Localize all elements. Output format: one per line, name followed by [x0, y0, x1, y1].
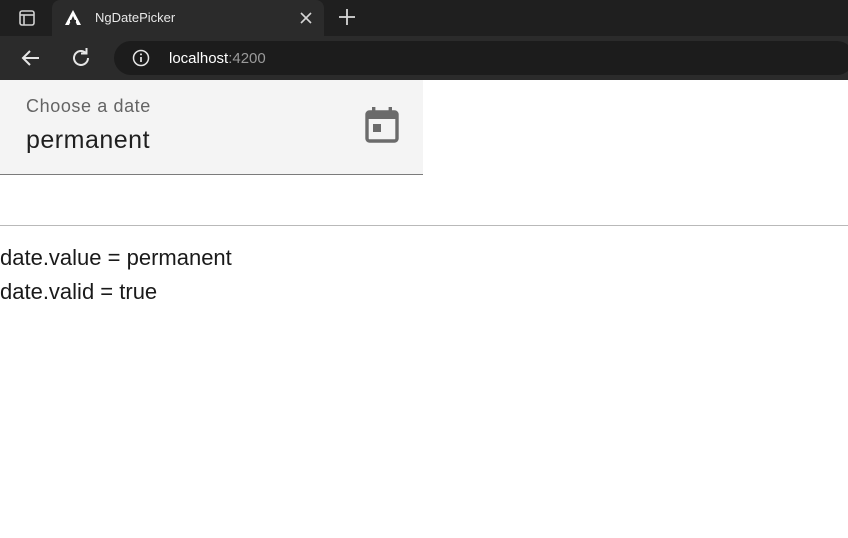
address-bar[interactable]: localhost:4200	[114, 41, 848, 75]
url-host: localhost	[169, 50, 229, 67]
info-icon[interactable]	[132, 49, 150, 67]
calendar-icon[interactable]	[359, 102, 405, 148]
arrow-left-icon[interactable]	[18, 45, 44, 71]
tab-actions-icon[interactable]	[8, 5, 46, 31]
tab-bar: NgDatePicker	[0, 0, 848, 36]
browser-toolbar: localhost:4200	[0, 36, 848, 80]
date-valid-output: date.valid = true	[0, 279, 158, 304]
divider	[0, 225, 848, 226]
url-port: :4200	[228, 50, 266, 67]
date-value-output: date.value = permanent	[0, 245, 232, 270]
tab-title: NgDatePicker	[95, 10, 176, 25]
close-icon[interactable]	[298, 10, 314, 26]
date-input[interactable]	[26, 126, 346, 155]
plus-icon[interactable]	[336, 6, 358, 28]
date-field[interactable]: Choose a date	[0, 80, 423, 175]
url-text: localhost:4200	[169, 50, 266, 67]
date-field-label: Choose a date	[26, 96, 151, 116]
angular-icon	[64, 9, 82, 27]
reload-icon[interactable]	[68, 45, 94, 71]
browser-tab[interactable]: NgDatePicker	[52, 0, 324, 36]
